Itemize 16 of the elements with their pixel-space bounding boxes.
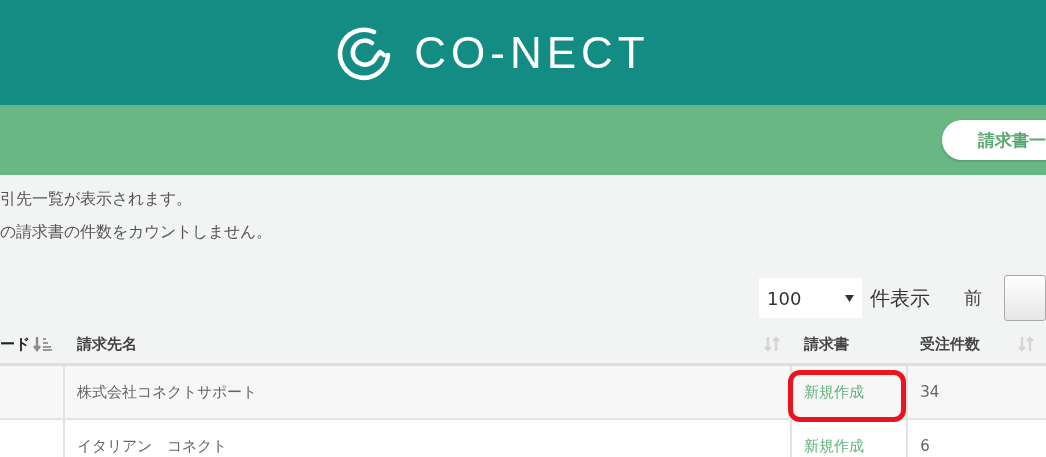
caret-icon [845, 294, 855, 302]
column-header[interactable]: 受注件数 [908, 325, 1046, 363]
table-cell-text: 6 [919, 436, 931, 457]
page-size-label: 件表示 [870, 284, 931, 312]
previous-link[interactable]: 前 [964, 286, 983, 310]
notice-text: の請求書の件数をカウントしません。 [0, 221, 273, 243]
column-header[interactable]: 請求先名 [64, 325, 793, 363]
logo-text: CO-NECT [414, 27, 650, 78]
column-header[interactable]: 請求書 [792, 325, 909, 363]
page-button[interactable] [1004, 275, 1046, 321]
table-cell: 株式会社コネクトサポート [65, 366, 793, 418]
table-cell: イタリアン コネクト [65, 420, 793, 457]
column-header[interactable]: ード [0, 325, 65, 363]
notice-text: 引先一覧が表示されます。 [0, 188, 193, 210]
page-size-select[interactable]: 100 [759, 278, 863, 318]
table-cell-text: 34 [919, 382, 941, 403]
